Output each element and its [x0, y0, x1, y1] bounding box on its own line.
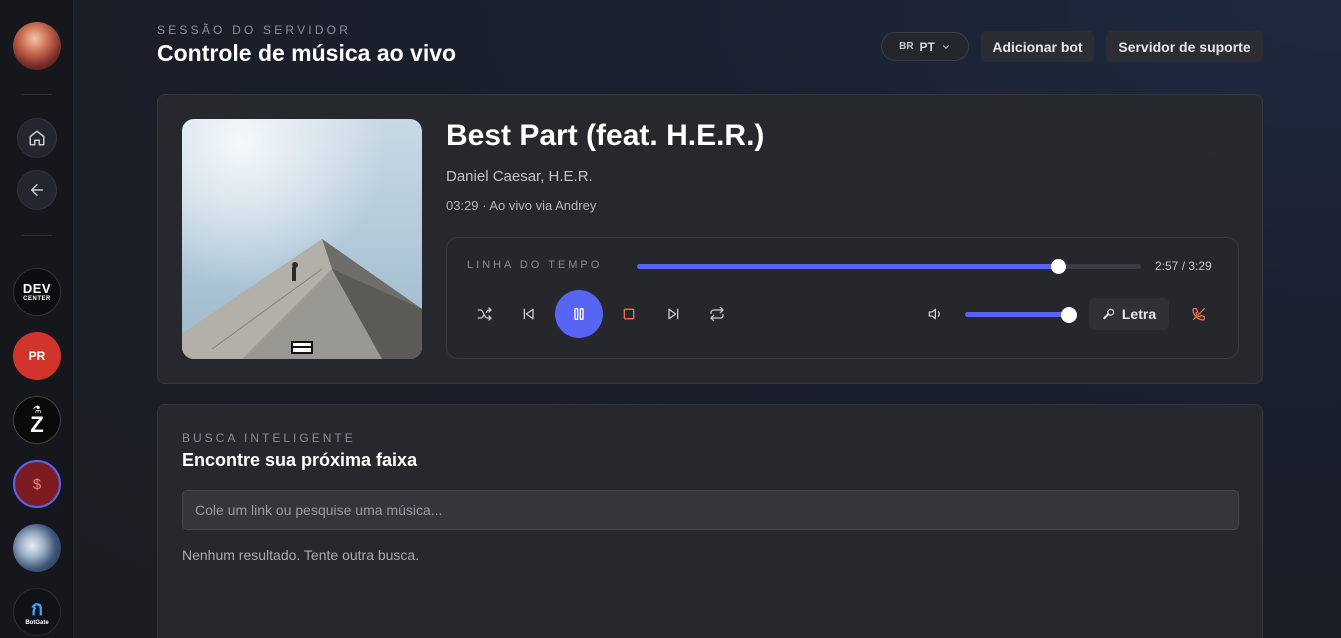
search-card: BUSCA INTELIGENTE Encontre sua próxima f… [157, 404, 1263, 638]
album-cover [182, 119, 422, 359]
sidebar-divider [22, 235, 52, 236]
search-eyebrow: BUSCA INTELIGENTE [182, 431, 356, 445]
shuffle-icon [477, 307, 492, 321]
album-cover-art [182, 119, 422, 359]
repeat-button[interactable] [702, 299, 732, 329]
server-cloud[interactable] [13, 524, 61, 572]
user-avatar[interactable] [13, 22, 61, 70]
support-server-button[interactable]: Servidor de suporte [1106, 31, 1263, 62]
server-sidebar: DEV CENTER PR ⚗ Z $ ก BotGate [0, 0, 74, 638]
server-dollar[interactable]: $ [13, 460, 61, 508]
volume-button[interactable] [921, 299, 951, 329]
server-dev-center[interactable]: DEV CENTER [13, 268, 61, 316]
botgate-logo-icon: ก [30, 597, 44, 620]
stop-button[interactable] [614, 299, 644, 329]
pause-button[interactable] [555, 290, 603, 338]
server-pr-label: PR [28, 349, 46, 363]
progress-bar[interactable] [637, 259, 1141, 274]
flag-br-icon: BR [899, 41, 914, 52]
phone-off-icon [1192, 308, 1205, 321]
server-dollar-label: $ [32, 475, 42, 493]
skip-back-icon [523, 308, 534, 320]
volume-slider-fill [965, 312, 1069, 317]
stop-icon [623, 308, 635, 320]
server-dev-center-logo-subtext: CENTER [23, 296, 51, 302]
page-eyebrow: SESSÃO DO SERVIDOR [157, 23, 352, 37]
progress-bar-fill [637, 264, 1058, 269]
home-button[interactable] [17, 118, 57, 158]
home-icon [29, 130, 45, 146]
server-pr[interactable]: PR [13, 332, 61, 380]
arrow-left-icon [31, 184, 43, 196]
playback-time: 2:57 / 3:29 [1155, 259, 1212, 273]
lyrics-label: Letra [1121, 306, 1157, 322]
volume-slider[interactable] [965, 307, 1077, 323]
language-selector[interactable]: BR PT [881, 32, 969, 61]
pause-icon [574, 308, 584, 320]
previous-track-button[interactable] [514, 299, 544, 329]
page-title: Controle de música ao vivo [157, 40, 457, 66]
track-meta: 03:29 · Ao vivo via Andrey [446, 198, 597, 213]
disconnect-button[interactable] [1184, 299, 1214, 329]
server-dev-center-logo-text: DEV [22, 281, 52, 296]
sidebar-divider [22, 94, 52, 95]
playback-controls-panel: LINHA DO TEMPO 2:57 / 3:29 Letra [446, 237, 1239, 359]
microphone-icon [1103, 308, 1115, 320]
progress-bar-handle[interactable] [1050, 259, 1066, 274]
timeline-label: LINHA DO TEMPO [467, 259, 603, 271]
track-title: Best Part (feat. H.E.R.) [446, 119, 765, 152]
chevron-down-icon [942, 44, 949, 49]
now-playing-card: Best Part (feat. H.E.R.) Daniel Caesar, … [157, 94, 1263, 384]
server-z[interactable]: ⚗ Z [13, 396, 61, 444]
server-botgate[interactable]: ก BotGate [13, 588, 61, 636]
search-title: Encontre sua próxima faixa [182, 450, 418, 470]
repeat-icon [710, 306, 724, 322]
server-z-label: Z [30, 411, 44, 437]
language-code: PT [919, 39, 935, 54]
back-button[interactable] [17, 170, 57, 210]
server-botgate-label: BotGate [25, 619, 49, 626]
volume-icon [928, 308, 940, 320]
search-empty-state: Nenhum resultado. Tente outra busca. [182, 547, 420, 563]
search-input[interactable] [182, 490, 1239, 530]
next-track-button[interactable] [658, 299, 688, 329]
skip-forward-icon [668, 308, 679, 320]
volume-slider-handle[interactable] [1061, 307, 1077, 323]
lyrics-button[interactable]: Letra [1089, 298, 1169, 330]
add-bot-button[interactable]: Adicionar bot [981, 31, 1094, 62]
shuffle-button[interactable] [470, 299, 500, 329]
track-artist: Daniel Caesar, H.E.R. [446, 168, 593, 185]
